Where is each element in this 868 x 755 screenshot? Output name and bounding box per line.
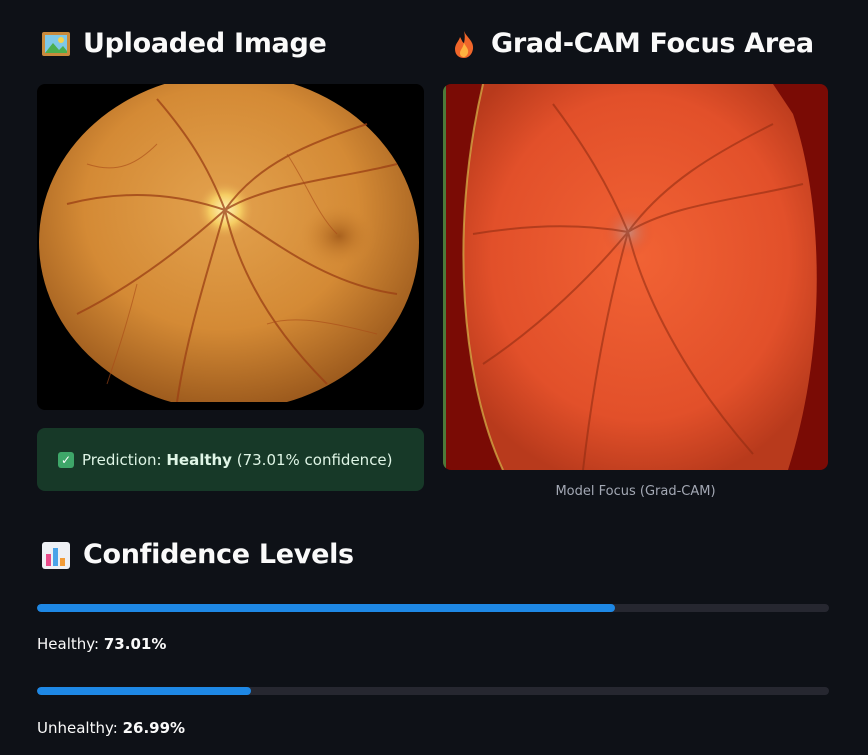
confidence-heading: Confidence Levels [41, 539, 354, 570]
confidence-title: Confidence Levels [83, 539, 354, 570]
uploaded-image-title: Uploaded Image [83, 28, 327, 59]
uploaded-fundus-image [37, 84, 424, 410]
healthy-name: Healthy: [37, 635, 104, 653]
healthy-progress-fill [37, 604, 616, 612]
prediction-prefix: Prediction: [82, 450, 167, 469]
gradcam-heading: Grad-CAM Focus Area [449, 28, 814, 59]
uploaded-image-heading: Uploaded Image [41, 28, 327, 59]
gradcam-heatmap-image [443, 84, 828, 470]
unhealthy-name: Unhealthy: [37, 719, 123, 737]
unhealthy-value: 26.99% [122, 719, 186, 737]
gradcam-title: Grad-CAM Focus Area [491, 28, 814, 59]
healthy-label: Healthy: 73.01% [37, 635, 166, 653]
fire-icon [455, 30, 474, 58]
healthy-value: 73.01% [103, 635, 167, 653]
unhealthy-progress-fill [37, 687, 251, 695]
unhealthy-progress-bar [37, 687, 829, 695]
bar-chart-icon [42, 541, 70, 569]
prediction-suffix: (73.01% confidence) [231, 450, 393, 469]
gradcam-caption: Model Focus (Grad-CAM) [555, 484, 716, 499]
prediction-label: Healthy [166, 450, 232, 469]
check-mark-icon: ✓ [58, 451, 74, 468]
healthy-progress-bar [37, 604, 829, 612]
unhealthy-label: Unhealthy: 26.99% [37, 719, 185, 737]
framed-picture-icon [42, 31, 70, 56]
prediction-alert: ✓ Prediction: Healthy (73.01% confidence… [37, 428, 424, 491]
